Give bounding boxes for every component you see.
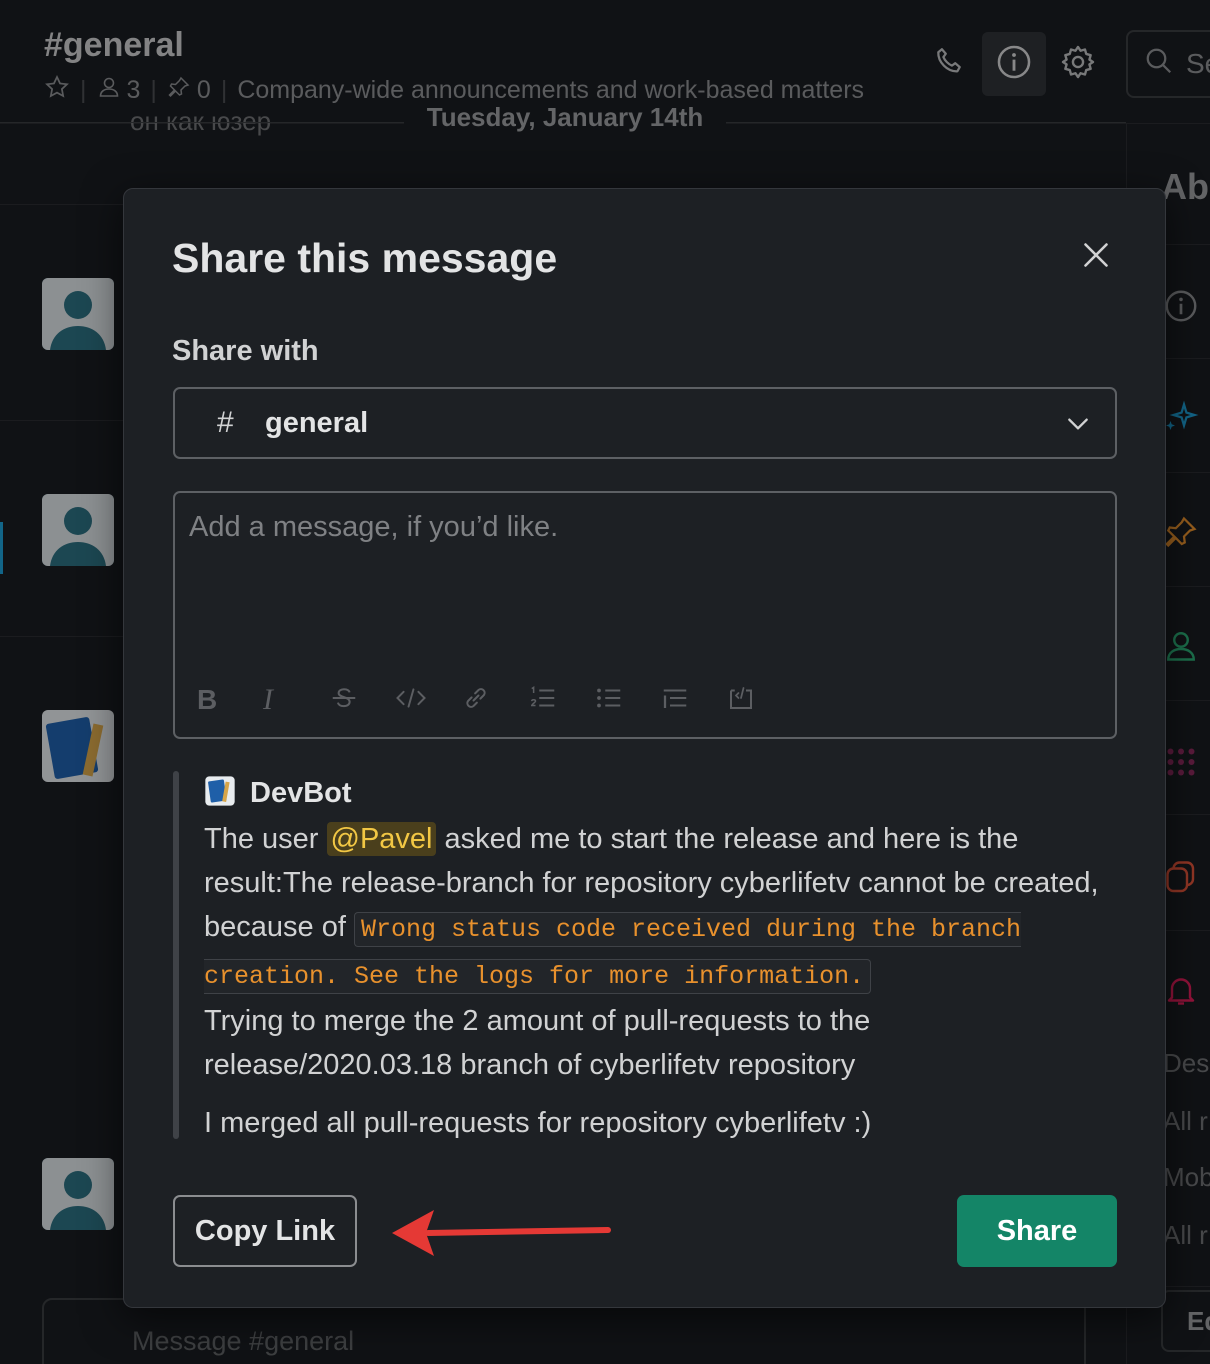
bold-icon: B	[197, 684, 218, 715]
code-block-button[interactable]	[723, 683, 789, 717]
share-with-label: Share with	[172, 335, 319, 367]
blockquote-icon	[659, 683, 691, 718]
formatting-toolbar: B I	[195, 683, 789, 717]
selected-channel: general	[265, 406, 369, 439]
strikethrough-icon	[329, 683, 359, 718]
numbered-list-icon	[527, 683, 559, 718]
quoted-message-header: DevBot	[204, 775, 352, 812]
link-icon	[461, 683, 491, 718]
quoted-message-author[interactable]: DevBot	[250, 777, 352, 810]
italic-button[interactable]: I	[261, 683, 327, 717]
annotation-arrow-icon	[388, 1204, 614, 1265]
dialog-title: Share this message	[172, 235, 558, 281]
share-button[interactable]: Share	[957, 1195, 1117, 1267]
close-icon	[1082, 241, 1110, 274]
bulleted-list-button[interactable]	[591, 683, 657, 717]
close-button[interactable]	[1074, 235, 1118, 279]
quote-bar	[173, 771, 179, 1139]
quoted-paragraph: I merged all pull-requests for repositor…	[204, 1107, 872, 1139]
code-button[interactable]	[393, 683, 459, 717]
italic-icon: I	[263, 683, 273, 716]
bulleted-list-icon	[593, 683, 625, 718]
channel-hash-icon: #	[217, 406, 234, 439]
quoted-paragraph: The user @Pavel asked me to start the re…	[204, 817, 1104, 999]
message-input[interactable]	[189, 511, 1089, 661]
numbered-list-button[interactable]	[525, 683, 591, 717]
blockquote-button[interactable]	[657, 683, 723, 717]
bot-avatar-icon	[204, 775, 236, 812]
copy-link-button[interactable]: Copy Link	[173, 1195, 357, 1267]
chevron-down-icon	[1065, 411, 1091, 442]
quoted-message-body: The user @Pavel asked me to start the re…	[204, 817, 1104, 1145]
user-mention[interactable]: @Pavel	[326, 822, 437, 856]
message-input-box: B I	[173, 491, 1117, 739]
share-message-dialog: Share this message Share with # general …	[123, 188, 1166, 1308]
bold-button[interactable]: B	[195, 683, 261, 717]
link-button[interactable]	[459, 683, 525, 717]
quoted-paragraph: Trying to merge the 2 amount of pull-req…	[204, 1005, 871, 1081]
share-with-select[interactable]: # general	[173, 387, 1117, 459]
code-icon	[395, 683, 427, 718]
code-block-icon	[725, 683, 757, 718]
strikethrough-button[interactable]	[327, 683, 393, 717]
